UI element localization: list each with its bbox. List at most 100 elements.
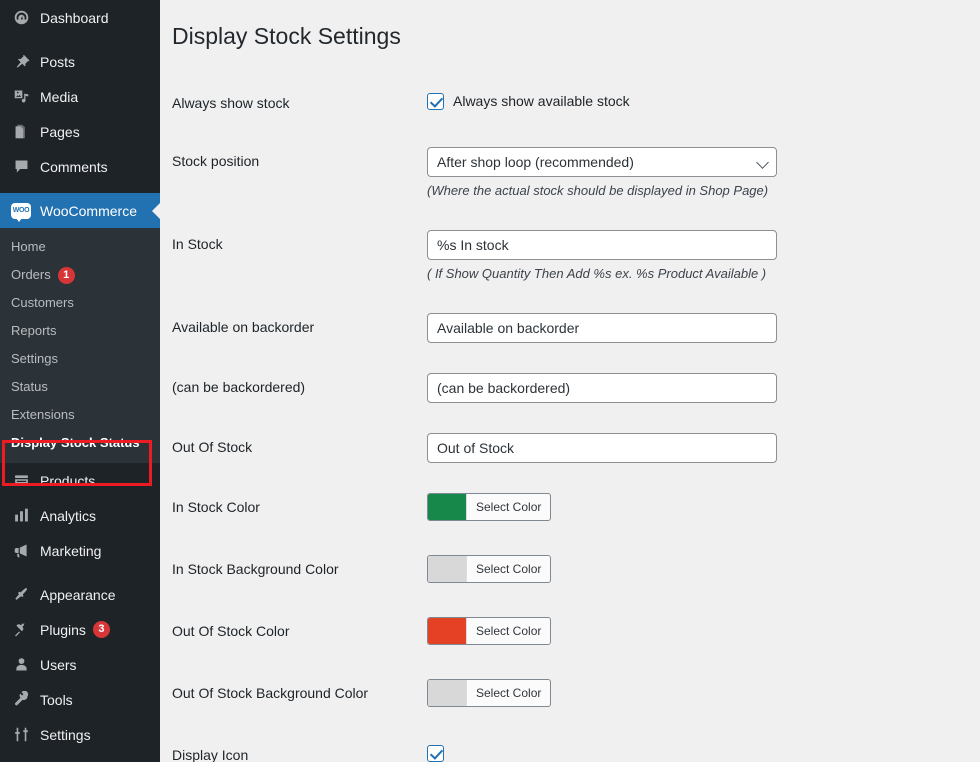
admin-screen: Dashboard Posts Media Pages Comments WOO… [0, 0, 980, 762]
always-show-stock-checkbox-label: Always show available stock [453, 93, 630, 110]
label-available-on-backorder: Available on backorder [172, 319, 315, 336]
submenu-item-orders[interactable]: Orders 1 [0, 261, 160, 289]
comments-icon [11, 157, 31, 177]
row-stock-position: Stock position After shop loop (recommen… [172, 132, 980, 215]
submenu-item-label: Reports [11, 323, 57, 338]
submenu-item-home[interactable]: Home [0, 233, 160, 261]
submenu-item-customers[interactable]: Customers [0, 289, 160, 317]
sidebar-item-label: Appearance [40, 586, 116, 603]
in-stock-background-color-picker[interactable]: Select Color [427, 555, 552, 584]
always-show-stock-checkbox[interactable] [427, 92, 444, 110]
stock-position-select-wrap: After shop loop (recommended) [427, 147, 777, 178]
sidebar-item-label: WooCommerce [40, 202, 137, 219]
row-available-on-backorder: Available on backorder [172, 298, 980, 358]
always-show-stock-checkbox-row[interactable]: Always show available stock [427, 89, 970, 110]
row-out-of-stock-color: Out Of Stock Color Select Color [172, 602, 980, 664]
tools-icon [11, 690, 31, 710]
pin-icon [11, 52, 31, 72]
plugins-count-badge: 3 [92, 621, 110, 638]
stock-position-select[interactable]: After shop loop (recommended) [427, 147, 777, 178]
label-can-be-backordered: (can be backordered) [172, 379, 306, 396]
sidebar-item-analytics[interactable]: Analytics [0, 498, 160, 533]
submenu-item-display-stock-status[interactable]: Display Stock Status [0, 429, 160, 457]
sidebar-item-label: Settings [40, 726, 91, 743]
submenu-item-label: Settings [11, 351, 58, 366]
sidebar-item-label: Media [40, 88, 79, 105]
page-title: Display Stock Settings [172, 23, 401, 49]
sidebar-item-label: Users [40, 656, 77, 673]
row-always-show-stock: Always show stock Always show available … [172, 74, 980, 132]
analytics-icon [11, 506, 31, 526]
settings-icon [11, 725, 31, 745]
row-can-be-backordered: (can be backordered) [172, 358, 980, 418]
out-of-stock-color-picker[interactable]: Select Color [427, 617, 552, 646]
row-out-of-stock: Out Of Stock [172, 418, 980, 478]
sidebar-item-users[interactable]: Users [0, 647, 160, 682]
in-stock-color-swatch [428, 494, 466, 521]
row-in-stock-color: In Stock Color Select Color [172, 478, 980, 540]
can-be-backordered-input[interactable] [427, 373, 777, 404]
sidebar-item-marketing[interactable]: Marketing [0, 533, 160, 568]
sidebar-item-label: Tools [40, 691, 73, 708]
sidebar-item-woocommerce[interactable]: WOO WooCommerce [0, 193, 160, 228]
row-display-icon: Display Icon [172, 726, 980, 762]
display-icon-checkbox-row[interactable] [427, 741, 970, 762]
marketing-icon [11, 541, 31, 561]
sidebar-item-posts[interactable]: Posts [0, 44, 160, 79]
out-of-stock-background-color-picker[interactable]: Select Color [427, 679, 552, 708]
sidebar-item-settings[interactable]: Settings [0, 717, 160, 752]
sidebar-divider [0, 35, 160, 44]
row-in-stock: In Stock ( If Show Quantity Then Add %s … [172, 215, 980, 298]
submenu-item-label: Customers [11, 295, 74, 310]
sidebar-item-label: Dashboard [40, 9, 109, 26]
submenu-item-extensions[interactable]: Extensions [0, 401, 160, 429]
label-in-stock-background-color: In Stock Background Color [172, 561, 339, 578]
label-out-of-stock-color: Out Of Stock Color [172, 623, 290, 640]
sidebar-item-label: Analytics [40, 507, 97, 524]
row-in-stock-bg-color: In Stock Background Color Select Color [172, 540, 980, 602]
submenu-item-reports[interactable]: Reports [0, 317, 160, 345]
in-stock-hint: ( If Show Quantity Then Add %s ex. %s Pr… [427, 266, 767, 282]
sidebar-divider [0, 184, 160, 193]
sidebar-item-label: Comments [40, 158, 108, 175]
sidebar-item-dashboard[interactable]: Dashboard [0, 0, 160, 35]
settings-content: Display Stock Settings Always show stock… [160, 0, 980, 762]
out-of-stock-input[interactable] [427, 433, 777, 464]
submenu-item-label: Orders [11, 267, 51, 282]
available-on-backorder-input[interactable] [427, 313, 777, 344]
admin-sidebar: Dashboard Posts Media Pages Comments WOO… [0, 0, 160, 762]
display-icon-checkbox[interactable] [427, 745, 444, 762]
pages-icon [11, 122, 31, 142]
sidebar-item-label: Posts [40, 53, 76, 70]
sidebar-item-plugins[interactable]: Plugins 3 [0, 612, 160, 647]
row-out-of-stock-bg-color: Out Of Stock Background Color Select Col… [172, 664, 980, 726]
label-in-stock-color: In Stock Color [172, 499, 260, 516]
sidebar-item-appearance[interactable]: Appearance [0, 577, 160, 612]
out-of-stock-color-button-label: Select Color [466, 618, 550, 645]
submenu-item-label: Display Stock Status [11, 435, 140, 450]
submenu-item-label: Extensions [11, 407, 75, 422]
settings-form-table: Always show stock Always show available … [172, 74, 980, 762]
out-of-stock-background-color-button-label: Select Color [466, 680, 550, 707]
submenu-item-label: Status [11, 379, 48, 394]
sidebar-item-tools[interactable]: Tools [0, 682, 160, 717]
in-stock-input[interactable] [427, 230, 777, 261]
sidebar-item-label: Pages [40, 123, 80, 140]
submenu-item-settings[interactable]: Settings [0, 345, 160, 373]
sidebar-item-products[interactable]: Products [0, 463, 160, 498]
out-of-stock-color-swatch [428, 618, 466, 645]
stock-position-hint: (Where the actual stock should be displa… [427, 183, 769, 199]
sidebar-item-media[interactable]: Media [0, 79, 160, 114]
sidebar-divider [0, 568, 160, 577]
in-stock-color-picker[interactable]: Select Color [427, 493, 552, 522]
users-icon [11, 655, 31, 675]
submenu-item-label: Home [11, 239, 46, 254]
appearance-icon [11, 585, 31, 605]
in-stock-color-button-label: Select Color [466, 494, 550, 521]
sidebar-item-pages[interactable]: Pages [0, 114, 160, 149]
in-stock-background-color-swatch [428, 556, 466, 583]
plugins-icon [11, 620, 31, 640]
sidebar-item-comments[interactable]: Comments [0, 149, 160, 184]
woocommerce-icon: WOO [11, 201, 31, 222]
submenu-item-status[interactable]: Status [0, 373, 160, 401]
